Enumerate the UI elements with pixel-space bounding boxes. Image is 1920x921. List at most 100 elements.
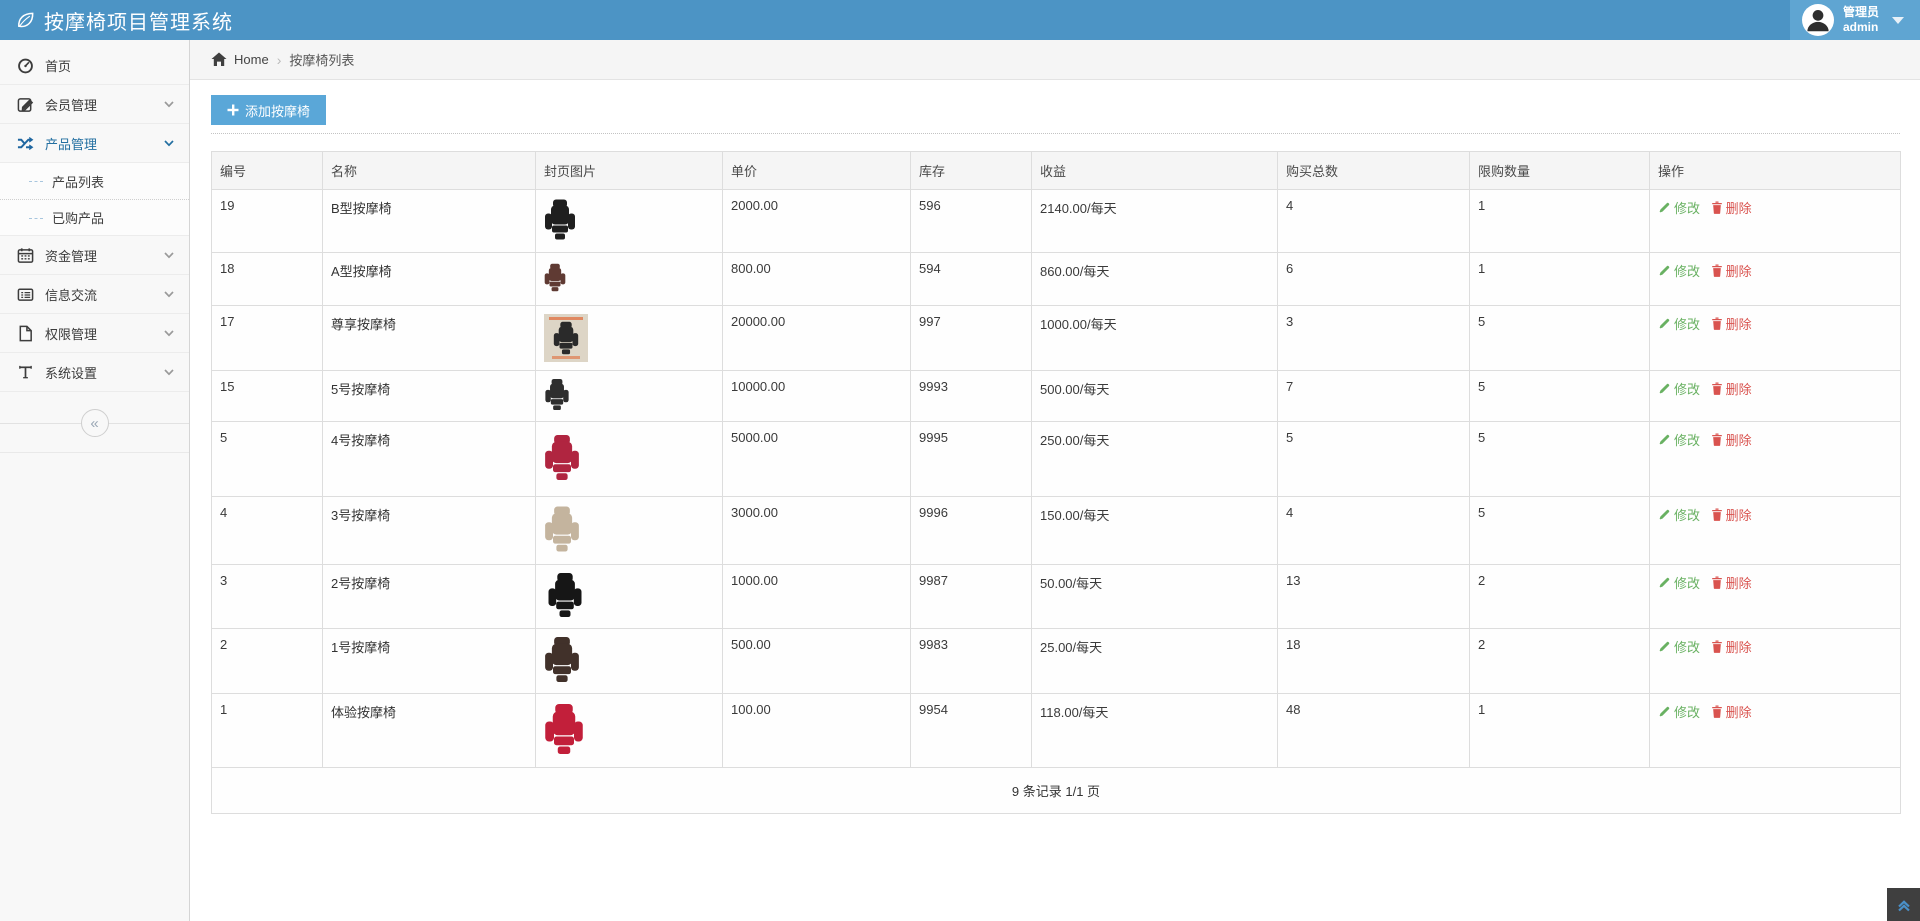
cell-price: 800.00 xyxy=(723,253,911,306)
massage-chair-icon xyxy=(544,702,584,756)
sidebar-item-label: 会员管理 xyxy=(45,95,97,114)
pencil-icon xyxy=(1658,264,1671,277)
pencil-icon xyxy=(1658,382,1671,395)
cell-limit: 5 xyxy=(1470,371,1650,422)
delete-link[interactable]: 删除 xyxy=(1711,702,1752,721)
trash-icon xyxy=(1711,433,1723,446)
cell-cover xyxy=(536,371,723,422)
user-avatar-icon xyxy=(1802,4,1834,36)
sidebar-item-label: 权限管理 xyxy=(45,324,97,343)
chevron-down-icon xyxy=(163,137,175,149)
massage-chair-icon xyxy=(544,505,580,553)
file-icon xyxy=(17,325,34,342)
cell-actions: 修改 删除 xyxy=(1650,629,1901,694)
home-icon xyxy=(211,52,227,67)
toolbar: 添加按摩椅 xyxy=(190,80,1920,125)
edit-label: 修改 xyxy=(1674,505,1700,524)
edit-link[interactable]: 修改 xyxy=(1658,573,1700,592)
sidebar-item-funds[interactable]: 资金管理 xyxy=(0,236,189,275)
sidebar-subitem-purchased-products[interactable]: 已购产品 xyxy=(0,199,189,235)
cell-actions: 修改 删除 xyxy=(1650,371,1901,422)
cell-stock: 9954 xyxy=(911,694,1032,768)
edit-link[interactable]: 修改 xyxy=(1658,505,1700,524)
add-button-label: 添加按摩椅 xyxy=(245,101,310,120)
sidebar-submenu-products: 产品列表 已购产品 xyxy=(0,163,189,236)
cell-limit: 1 xyxy=(1470,253,1650,306)
table-footer-row: 9 条记录 1/1 页 xyxy=(212,768,1901,814)
sidebar-item-label: 首页 xyxy=(45,56,71,75)
cell-revenue: 2140.00/每天 xyxy=(1032,190,1278,253)
edit-link[interactable]: 修改 xyxy=(1658,430,1700,449)
product-image xyxy=(544,379,570,410)
cell-purchases: 4 xyxy=(1278,497,1470,565)
cell-purchases: 13 xyxy=(1278,565,1470,629)
sidebar-item-members[interactable]: 会员管理 xyxy=(0,85,189,124)
product-image xyxy=(544,430,580,485)
sidebar-item-messages[interactable]: 信息交流 xyxy=(0,275,189,314)
record-count: 9 条记录 1/1 页 xyxy=(212,768,1901,814)
delete-link[interactable]: 删除 xyxy=(1711,314,1752,333)
edit-link[interactable]: 修改 xyxy=(1658,198,1700,217)
edit-link[interactable]: 修改 xyxy=(1658,702,1700,721)
cell-stock: 9983 xyxy=(911,629,1032,694)
sidebar-subitem-label: 已购产品 xyxy=(52,208,104,227)
cell-id: 4 xyxy=(212,497,323,565)
delete-link[interactable]: 删除 xyxy=(1711,430,1752,449)
cell-actions: 修改 删除 xyxy=(1650,565,1901,629)
table-header-row: 编号 名称 封页图片 单价 库存 收益 购买总数 限购数量 操作 xyxy=(212,152,1901,190)
delete-link[interactable]: 删除 xyxy=(1711,261,1752,280)
cell-revenue: 118.00/每天 xyxy=(1032,694,1278,768)
pencil-icon xyxy=(1658,317,1671,330)
edit-link[interactable]: 修改 xyxy=(1658,314,1700,333)
cell-revenue: 250.00/每天 xyxy=(1032,422,1278,497)
col-header-actions: 操作 xyxy=(1650,152,1901,190)
sidebar-collapse-button[interactable]: « xyxy=(81,409,109,437)
delete-link[interactable]: 删除 xyxy=(1711,379,1752,398)
delete-link[interactable]: 删除 xyxy=(1711,573,1752,592)
caret-down-icon xyxy=(1892,17,1904,24)
cell-cover xyxy=(536,422,723,497)
sidebar-subitem-product-list[interactable]: 产品列表 xyxy=(0,163,189,199)
cell-id: 2 xyxy=(212,629,323,694)
cell-id: 19 xyxy=(212,190,323,253)
cell-price: 10000.00 xyxy=(723,371,911,422)
col-header-price: 单价 xyxy=(723,152,911,190)
trash-icon xyxy=(1711,317,1723,330)
product-image xyxy=(544,198,576,241)
cell-name: 1号按摩椅 xyxy=(323,629,536,694)
delete-label: 删除 xyxy=(1726,637,1752,656)
sidebar-item-home[interactable]: 首页 xyxy=(0,46,189,85)
cell-purchases: 4 xyxy=(1278,190,1470,253)
delete-link[interactable]: 删除 xyxy=(1711,637,1752,656)
add-massage-chair-button[interactable]: 添加按摩椅 xyxy=(211,95,326,125)
massage-chair-icon xyxy=(544,198,576,241)
edit-link[interactable]: 修改 xyxy=(1658,637,1700,656)
col-header-id: 编号 xyxy=(212,152,323,190)
scroll-to-top-button[interactable] xyxy=(1887,888,1920,921)
breadcrumb-home-link[interactable]: Home xyxy=(211,52,269,67)
edit-link[interactable]: 修改 xyxy=(1658,379,1700,398)
sidebar-item-products[interactable]: 产品管理 xyxy=(0,124,189,163)
massage-chair-icon xyxy=(553,321,579,355)
delete-label: 删除 xyxy=(1726,505,1752,524)
cell-cover xyxy=(536,565,723,629)
trash-icon xyxy=(1711,382,1723,395)
delete-label: 删除 xyxy=(1726,573,1752,592)
col-header-stock: 库存 xyxy=(911,152,1032,190)
delete-link[interactable]: 删除 xyxy=(1711,505,1752,524)
sidebar-item-settings[interactable]: 系统设置 xyxy=(0,353,189,392)
user-menu[interactable]: 管理员 admin xyxy=(1790,0,1920,40)
massage-chair-icon xyxy=(544,430,580,485)
edit-label: 修改 xyxy=(1674,261,1700,280)
product-table: 编号 名称 封页图片 单价 库存 收益 购买总数 限购数量 操作 19 B型按摩… xyxy=(211,151,1901,814)
app-title: 按摩椅项目管理系统 xyxy=(44,6,233,35)
col-header-limit: 限购数量 xyxy=(1470,152,1650,190)
edit-link[interactable]: 修改 xyxy=(1658,261,1700,280)
divider xyxy=(0,452,189,453)
cell-stock: 9995 xyxy=(911,422,1032,497)
sidebar-item-permissions[interactable]: 权限管理 xyxy=(0,314,189,353)
delete-link[interactable]: 删除 xyxy=(1711,198,1752,217)
cell-name: 3号按摩椅 xyxy=(323,497,536,565)
cell-purchases: 6 xyxy=(1278,253,1470,306)
breadcrumb-current: 按摩椅列表 xyxy=(289,50,354,69)
